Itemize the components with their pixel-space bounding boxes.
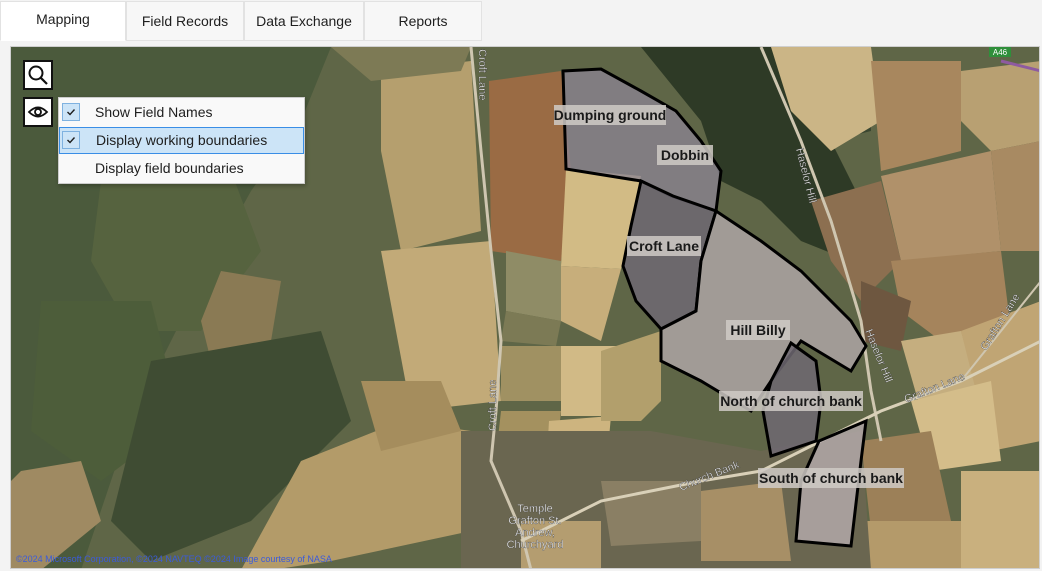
road-badge-a46: A46 (989, 47, 1011, 57)
checkmark-icon (62, 103, 80, 121)
svg-text:Temple: Temple (517, 503, 552, 515)
tab-field-records-label: Field Records (141, 13, 229, 29)
svg-text:Dobbin: Dobbin (661, 147, 709, 163)
field-label-hill-billy: Hill Billy (726, 320, 790, 340)
menu-item-display-field-boundaries[interactable]: Display field boundaries (59, 155, 304, 182)
tab-bar: Mapping Field Records Data Exchange Repo… (0, 0, 1042, 42)
menu-item-display-working-boundaries[interactable]: Display working boundaries (59, 127, 304, 154)
field-label-north-of-church-bank: North of church bank (719, 391, 863, 411)
search-icon (28, 65, 48, 85)
road-label-croft-lane-top: Croft Lane (476, 49, 488, 100)
svg-text:A46: A46 (993, 48, 1008, 57)
tab-data-exchange[interactable]: Data Exchange (244, 1, 364, 41)
svg-text:South of church bank: South of church bank (759, 470, 903, 486)
svg-text:Croft Lane: Croft Lane (629, 238, 699, 254)
menu-item-label: Show Field Names (95, 104, 213, 120)
map-attribution: ©2024 Microsoft Corporation, ©2024 NAVTE… (16, 554, 332, 564)
tab-reports[interactable]: Reports (364, 1, 482, 41)
tab-data-exchange-label: Data Exchange (256, 13, 352, 29)
eye-icon (27, 106, 49, 118)
field-label-dobbin: Dobbin (657, 145, 713, 165)
svg-text:Andrew,: Andrew, (515, 527, 555, 539)
road-label-croft-lane-mid: Croft Lane (487, 380, 499, 431)
svg-text:Dumping ground: Dumping ground (554, 107, 667, 123)
tab-field-records[interactable]: Field Records (126, 1, 244, 41)
search-button[interactable] (23, 60, 53, 90)
field-label-dumping-ground: Dumping ground (554, 105, 667, 125)
view-options-menu: Show Field Names Display working boundar… (58, 97, 305, 184)
field-label-croft-lane: Croft Lane (627, 236, 701, 256)
menu-item-label: Display field boundaries (95, 160, 244, 176)
tab-mapping[interactable]: Mapping (0, 1, 126, 41)
svg-text:Churchyard: Churchyard (507, 539, 564, 551)
tab-reports-label: Reports (398, 13, 448, 29)
svg-text:Hill Billy: Hill Billy (730, 322, 785, 338)
svg-text:North of church bank: North of church bank (720, 393, 862, 409)
tab-mapping-label: Mapping (36, 11, 90, 27)
field-label-south-of-church-bank: South of church bank (758, 468, 904, 488)
menu-item-show-field-names[interactable]: Show Field Names (59, 99, 304, 126)
view-options-button[interactable] (23, 97, 53, 127)
menu-item-label: Display working boundaries (96, 132, 268, 148)
checkmark-icon (62, 131, 80, 149)
svg-text:Grafton St.: Grafton St. (508, 515, 561, 527)
